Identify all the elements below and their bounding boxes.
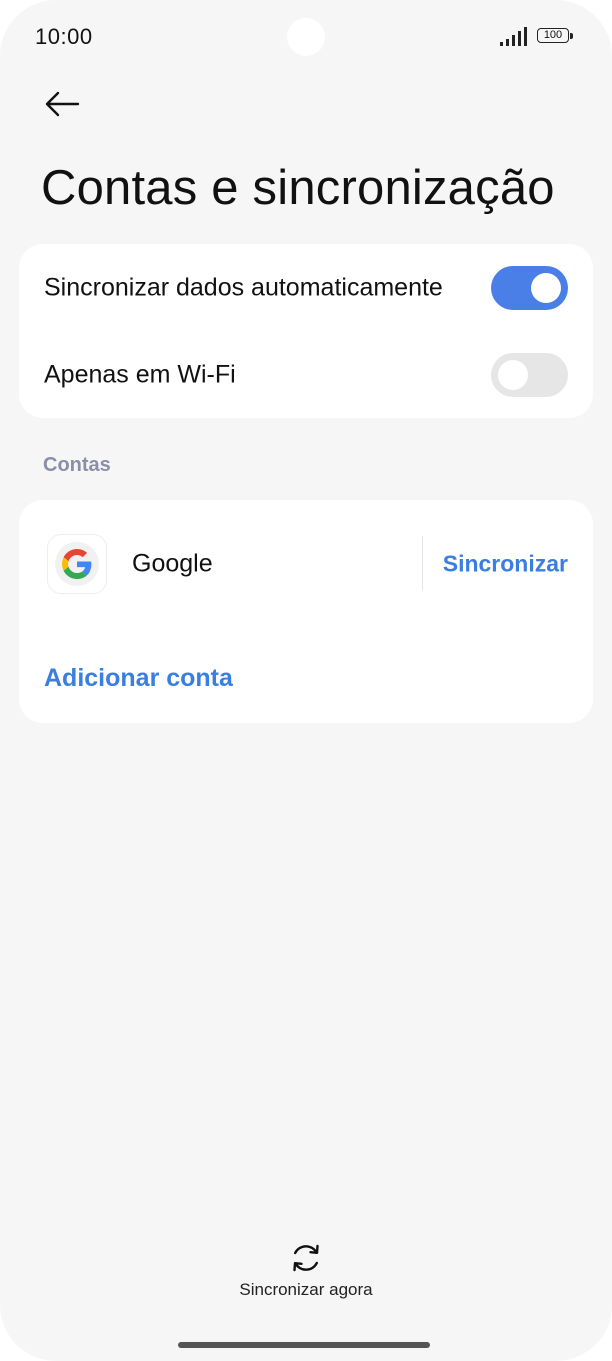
toggle-knob xyxy=(498,359,528,390)
battery-level: 100 xyxy=(543,29,563,41)
battery-icon: 100 xyxy=(537,28,573,45)
auto-sync-row[interactable]: Sincronizar dados automaticamente xyxy=(19,244,593,331)
wifi-only-label: Apenas em Wi-Fi xyxy=(44,360,236,388)
toggle-knob xyxy=(531,272,561,303)
wifi-only-toggle[interactable] xyxy=(491,352,568,397)
phone-screen: 10:00 100 Contas e sincronização Sincron… xyxy=(0,0,612,1361)
sync-now-label: Sincronizar agora xyxy=(239,1280,373,1299)
accounts-card: Google Sincronizar Adicionar conta xyxy=(19,500,593,723)
sync-now-button[interactable]: Sincronizar agora xyxy=(206,1240,406,1306)
auto-sync-toggle[interactable] xyxy=(491,265,568,310)
home-indicator[interactable] xyxy=(178,1342,430,1348)
wifi-only-row[interactable]: Apenas em Wi-Fi xyxy=(19,331,593,418)
camera-cutout xyxy=(287,18,325,56)
sync-account-button[interactable]: Sincronizar xyxy=(443,551,568,578)
auto-sync-label: Sincronizar dados automaticamente xyxy=(44,273,443,301)
account-name: Google xyxy=(132,549,213,578)
arrow-left-icon xyxy=(45,91,80,117)
status-bar: 10:00 100 xyxy=(0,0,612,76)
sync-icon xyxy=(293,1244,319,1272)
sync-settings-card: Sincronizar dados automaticamente Apenas… xyxy=(19,244,593,418)
status-time: 10:00 xyxy=(35,24,93,49)
account-row-google[interactable]: Google Sincronizar xyxy=(19,526,593,602)
add-account-button[interactable]: Adicionar conta xyxy=(44,664,233,693)
back-button[interactable] xyxy=(38,84,86,124)
divider xyxy=(422,536,423,590)
signal-bars-icon xyxy=(500,27,527,46)
accounts-section-header: Contas xyxy=(43,454,111,476)
page-title: Contas e sincronização xyxy=(41,161,555,215)
google-logo-icon xyxy=(47,534,107,594)
